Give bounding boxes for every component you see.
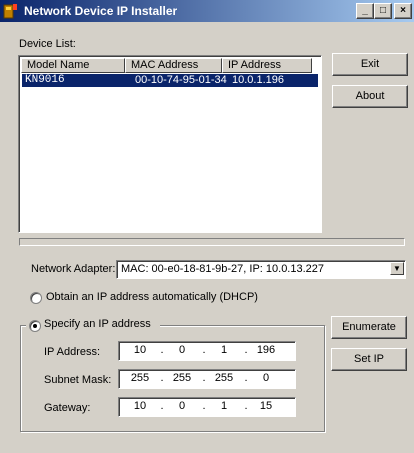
column-model-name[interactable]: Model Name [21, 58, 125, 73]
network-adapter-select[interactable]: MAC: 00-e0-18-81-9b-27, IP: 10.0.13.227 … [116, 260, 406, 279]
column-ip-address[interactable]: IP Address [222, 58, 312, 73]
gateway-label: Gateway: [44, 402, 91, 414]
specify-ip-label[interactable]: Specify an IP address [44, 318, 151, 330]
ip-octet-1[interactable]: 10 [127, 344, 153, 356]
subnet-dot: . [202, 372, 206, 384]
gateway-dot: . [202, 400, 206, 412]
subnet-mask-field[interactable]: 255 . 255 . 255 . 0 [118, 369, 296, 389]
gateway-dot: . [244, 400, 248, 412]
gateway-octet-1[interactable]: 10 [127, 400, 153, 412]
title-bar[interactable]: Network Device IP Installer _ □ × [0, 0, 414, 22]
subnet-dot: . [160, 372, 164, 384]
ip-octet-4[interactable]: 196 [253, 344, 279, 356]
network-adapter-value: MAC: 00-e0-18-81-9b-27, IP: 10.0.13.227 [121, 263, 325, 275]
gateway-octet-4[interactable]: 15 [253, 400, 279, 412]
device-list[interactable]: Model Name MAC Address IP Address KN9016… [18, 55, 322, 233]
chevron-down-icon[interactable]: ▼ [390, 262, 404, 275]
ip-address-label: IP Address: [44, 346, 101, 358]
subnet-octet-3[interactable]: 255 [211, 372, 237, 384]
device-row[interactable]: KN9016 00-10-74-95-01-34 10.0.1.196 [22, 74, 318, 87]
gateway-octet-2[interactable]: 0 [169, 400, 195, 412]
dhcp-radio[interactable] [30, 292, 42, 304]
device-list-header: Model Name MAC Address IP Address [21, 58, 319, 73]
ip-dot: . [244, 344, 248, 356]
ip-octet-3[interactable]: 1 [211, 344, 237, 356]
device-mac: 00-10-74-95-01-34 [135, 74, 227, 86]
device-list-label: Device List: [19, 38, 76, 50]
progress-bar [19, 238, 405, 246]
dhcp-radio-label[interactable]: Obtain an IP address automatically (DHCP… [46, 291, 258, 303]
exit-button[interactable]: Exit [332, 53, 408, 76]
set-ip-button[interactable]: Set IP [331, 348, 407, 371]
gateway-octet-3[interactable]: 1 [211, 400, 237, 412]
device-model: KN9016 [25, 74, 65, 86]
close-button[interactable]: × [394, 3, 412, 19]
gateway-field[interactable]: 10 . 0 . 1 . 15 [118, 397, 296, 417]
device-ip: 10.0.1.196 [232, 74, 284, 86]
enumerate-button[interactable]: Enumerate [331, 316, 407, 339]
network-adapter-label: Network Adapter: [31, 263, 116, 275]
ip-address-field[interactable]: 10 . 0 . 1 . 196 [118, 341, 296, 361]
radio-selected-dot [33, 324, 37, 328]
groupbox-caption: Specify an IP address [26, 317, 160, 333]
ip-octet-2[interactable]: 0 [169, 344, 195, 356]
subnet-octet-4[interactable]: 0 [253, 372, 279, 384]
specify-ip-radio[interactable] [29, 320, 41, 332]
gateway-dot: . [160, 400, 164, 412]
subnet-mask-label: Subnet Mask: [44, 374, 112, 386]
ip-dot: . [160, 344, 164, 356]
column-mac-address[interactable]: MAC Address [125, 58, 222, 73]
subnet-octet-2[interactable]: 255 [169, 372, 195, 384]
about-button[interactable]: About [332, 85, 408, 108]
ip-dot: . [202, 344, 206, 356]
subnet-dot: . [244, 372, 248, 384]
window-title: Network Device IP Installer [24, 4, 178, 18]
app-icon [3, 4, 17, 19]
subnet-octet-1[interactable]: 255 [127, 372, 153, 384]
maximize-button[interactable]: □ [374, 3, 392, 19]
minimize-button[interactable]: _ [356, 3, 374, 19]
